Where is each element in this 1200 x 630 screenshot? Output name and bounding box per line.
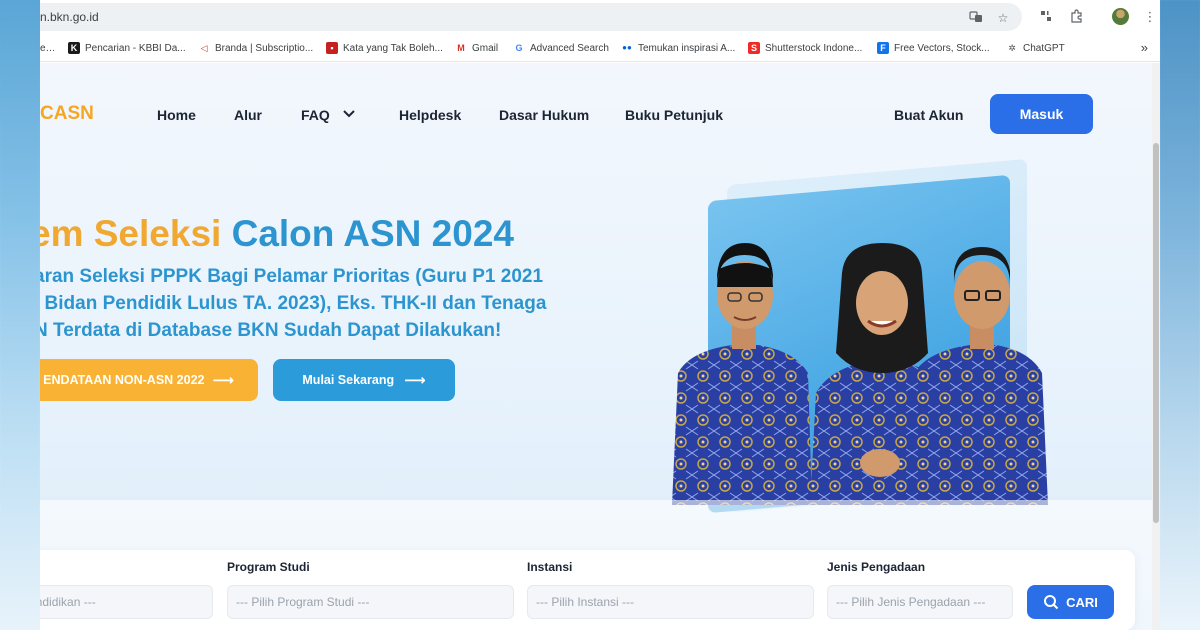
- program-studi-select[interactable]: --- Pilih Program Studi ---: [227, 585, 514, 619]
- menu-kebab-icon[interactable]: ⋮: [1142, 9, 1158, 25]
- bookmark-item-kata[interactable]: ▪ Kata yang Tak Boleh...: [326, 41, 443, 55]
- hero-people-image: [672, 243, 1048, 505]
- cari-button[interactable]: CARI: [1027, 585, 1114, 619]
- hero-title-part1: em Seleksi: [40, 213, 222, 254]
- chevron-down-icon[interactable]: [342, 107, 356, 121]
- jenis-pengadaan-select[interactable]: --- Pilih Jenis Pengadaan ---: [827, 585, 1013, 619]
- hero-title-part2: Calon ASN 2024: [221, 213, 514, 254]
- more-bookmarks-icon[interactable]: »: [1141, 40, 1148, 55]
- bookmark-item[interactable]: e…: [40, 41, 56, 55]
- bookmark-item-chatgpt[interactable]: ✲ ChatGPT: [1006, 41, 1064, 55]
- search-icon: [1044, 595, 1059, 610]
- star-icon[interactable]: ☆: [995, 10, 1011, 26]
- hero-subtitle-line: aran Seleksi PPPK Bagi Pelamar Prioritas…: [40, 266, 544, 287]
- address-bar[interactable]: n.bkn.go.id ☆: [40, 3, 1022, 31]
- browser-window: n.bkn.go.id ☆ ⋮ e… K Pencarian - KBBI Da…: [40, 0, 1160, 630]
- nav-alur[interactable]: Alur: [234, 107, 262, 123]
- hero-title: em Seleksi Calon ASN 2024: [40, 213, 514, 255]
- mulai-label: Mulai Sekarang: [302, 373, 395, 387]
- scrollbar-thumb[interactable]: [1153, 143, 1159, 523]
- signup-link[interactable]: Buat Akun: [894, 107, 963, 123]
- bookmark-item-branda[interactable]: ◁ Branda | Subscriptio...: [198, 41, 314, 55]
- background-left: [0, 0, 40, 630]
- background-right: [1160, 0, 1200, 630]
- tab-search-icon[interactable]: [1038, 9, 1054, 25]
- pendataan-non-asn-button[interactable]: ENDATAAN NON-ASN 2022 ⟶: [40, 359, 258, 401]
- bookmark-item-advanced-search[interactable]: G Advanced Search: [513, 41, 608, 55]
- casn-logo[interactable]: CASN: [40, 103, 94, 125]
- arrow-right-icon: ⟶: [404, 372, 426, 389]
- chatgpt-icon: ✲: [1008, 43, 1016, 53]
- gmail-icon: M: [457, 43, 465, 53]
- url-text: n.bkn.go.id: [40, 10, 99, 24]
- scrollbar[interactable]: [1152, 63, 1160, 630]
- kbbi-icon: K: [68, 42, 80, 54]
- pendidikan-select[interactable]: endidikan ---: [40, 585, 213, 619]
- nav-faq[interactable]: FAQ: [301, 107, 330, 123]
- browser-toolbar: n.bkn.go.id ☆ ⋮: [40, 0, 1160, 34]
- instansi-select[interactable]: --- Pilih Instansi ---: [527, 585, 814, 619]
- profile-avatar[interactable]: [1112, 8, 1129, 25]
- extensions-icon[interactable]: [1068, 9, 1084, 25]
- bookmarks-bar: e… K Pencarian - KBBI Da... ◁ Branda | S…: [40, 34, 1160, 62]
- flickr-icon: ●●: [622, 43, 632, 52]
- hero-subtitle-line: / Bidan Pendidik Lulus TA. 2023), Eks. T…: [40, 293, 547, 314]
- arrow-right-icon: ⟶: [212, 372, 234, 389]
- branda-icon: ◁: [200, 43, 208, 53]
- bookmark-item-kbbi[interactable]: K Pencarian - KBBI Da...: [68, 41, 186, 55]
- hero-subtitle-line: N Terdata di Database BKN Sudah Dapat Di…: [40, 320, 502, 341]
- program-studi-label: Program Studi: [227, 560, 310, 574]
- instansi-label: Instansi: [527, 560, 573, 574]
- bookmark-item-flickr[interactable]: ●● Temukan inspirasi A...: [621, 41, 735, 55]
- kata-icon: ▪: [326, 42, 338, 54]
- bookmark-item-freepik[interactable]: F Free Vectors, Stock...: [877, 41, 990, 55]
- mulai-sekarang-button[interactable]: Mulai Sekarang ⟶: [273, 359, 455, 401]
- hero-subtitle: aran Seleksi PPPK Bagi Pelamar Prioritas…: [40, 263, 634, 344]
- pendataan-label: ENDATAAN NON-ASN 2022: [43, 373, 205, 387]
- bookmark-item-gmail[interactable]: M Gmail: [455, 41, 498, 55]
- nav-buku-petunjuk[interactable]: Buku Petunjuk: [625, 107, 723, 123]
- bookmark-item-shutterstock[interactable]: S Shutterstock Indone...: [748, 41, 862, 55]
- nav-home[interactable]: Home: [157, 107, 196, 123]
- translate-icon[interactable]: [968, 10, 984, 26]
- google-icon: G: [515, 43, 523, 53]
- page-content: CASN Home Alur FAQ Helpdesk Dasar Hukum …: [40, 63, 1160, 630]
- login-button[interactable]: Masuk: [990, 94, 1093, 134]
- nav-helpdesk[interactable]: Helpdesk: [399, 107, 461, 123]
- nav-dasar-hukum[interactable]: Dasar Hukum: [499, 107, 589, 123]
- jenis-pengadaan-label: Jenis Pengadaan: [827, 560, 926, 574]
- freepik-icon: F: [877, 42, 889, 54]
- shutterstock-icon: S: [748, 42, 760, 54]
- cari-label: CARI: [1066, 594, 1098, 610]
